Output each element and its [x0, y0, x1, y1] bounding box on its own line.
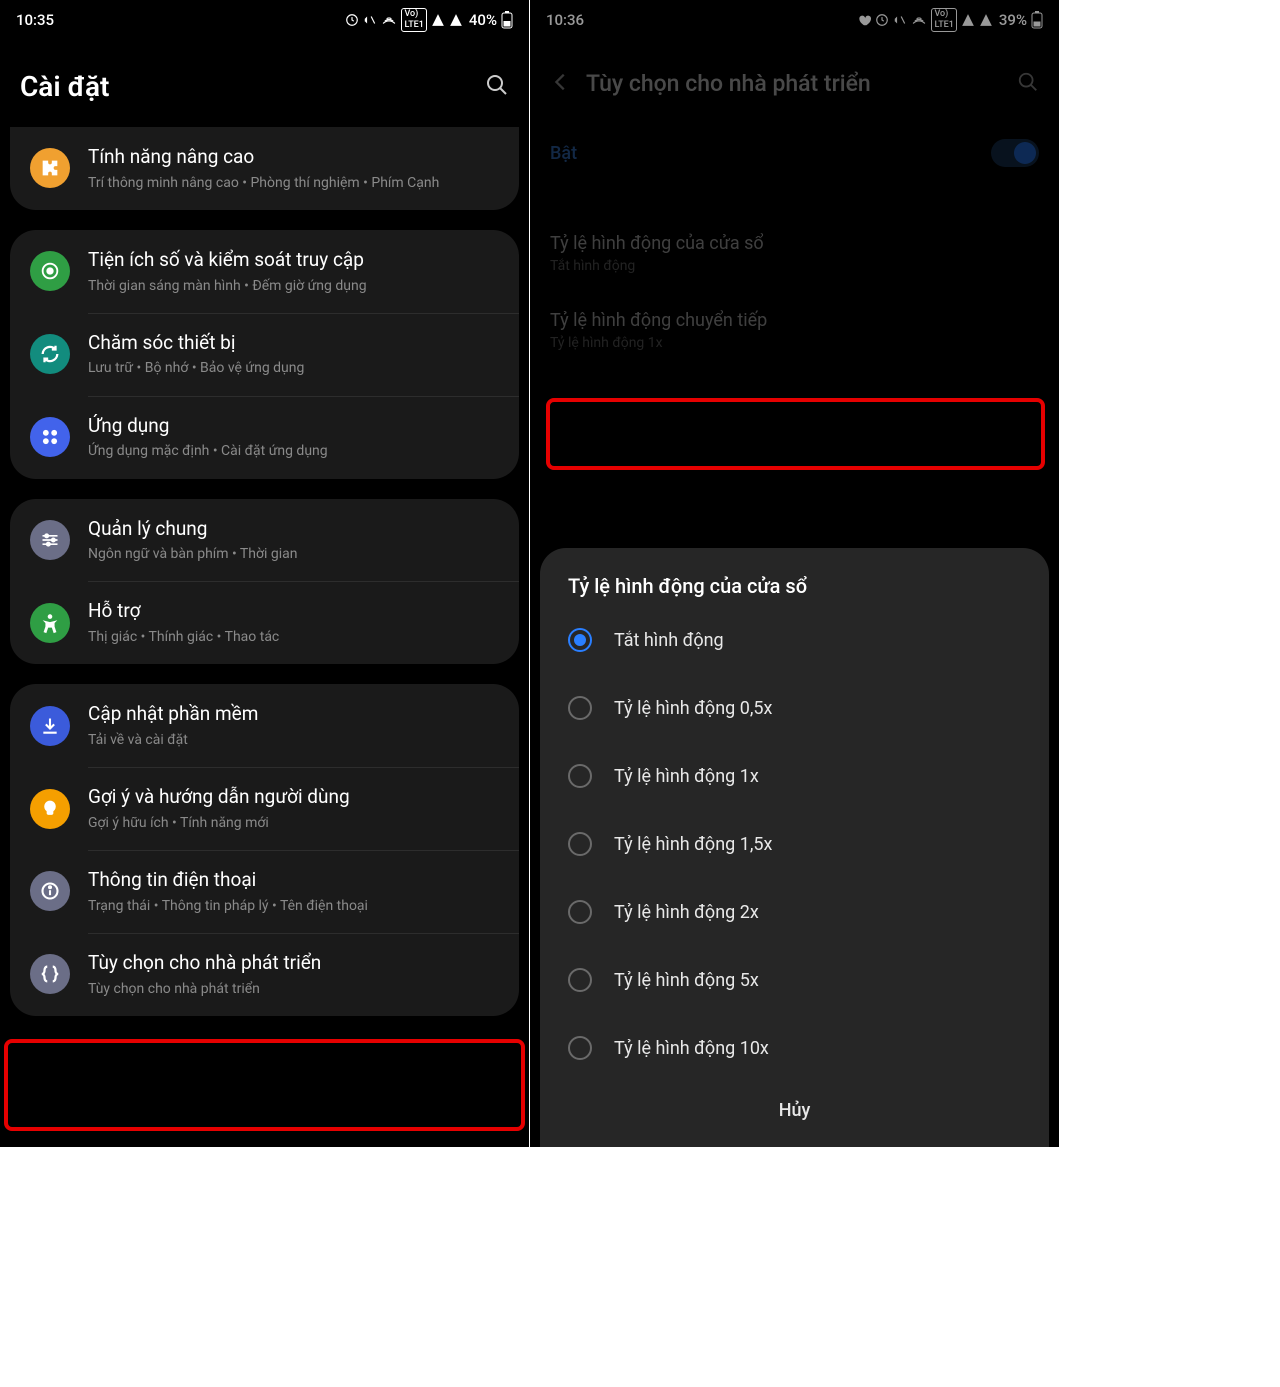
radio-icon — [568, 832, 592, 856]
status-bar: 10:35 Vo)LTE1 40% — [0, 0, 529, 40]
radio-icon — [568, 628, 592, 652]
option-10x[interactable]: Tỷ lệ hình động 10x — [562, 1014, 1027, 1082]
row-title: Ứng dụng — [88, 414, 499, 439]
status-time: 10:35 — [16, 11, 54, 29]
lte-badge: Vo)LTE1 — [401, 8, 426, 32]
highlight-developer-row — [4, 1039, 525, 1131]
row-title: Gợi ý và hướng dẫn người dùng — [88, 785, 499, 810]
sliders-icon — [30, 520, 70, 560]
settings-group: Tính năng nâng cao Trí thông minh nâng c… — [10, 127, 519, 210]
settings-row-about[interactable]: Thông tin điện thoại Trạng thái • Thông … — [10, 850, 519, 933]
download-icon — [30, 706, 70, 746]
row-title: Chăm sóc thiết bị — [88, 331, 499, 356]
row-title: Cập nhật phần mềm — [88, 702, 499, 727]
row-text: Gợi ý và hướng dẫn người dùng Gợi ý hữu … — [88, 785, 499, 832]
option-label: Tắt hình động — [614, 630, 724, 651]
settings-row-advanced[interactable]: Tính năng nâng cao Trí thông minh nâng c… — [10, 127, 519, 210]
row-text: Quản lý chung Ngôn ngữ và bàn phím • Thờ… — [88, 517, 499, 564]
row-subtitle: Tùy chọn cho nhà phát triển — [88, 980, 499, 998]
option-label: Tỷ lệ hình động 0,5x — [614, 698, 772, 719]
option-label: Tỷ lệ hình động 1x — [614, 766, 759, 787]
settings-group: Quản lý chung Ngôn ngữ và bàn phím • Thờ… — [10, 499, 519, 665]
row-text: Cập nhật phần mềm Tải về và cài đặt — [88, 702, 499, 749]
row-subtitle: Gợi ý hữu ích • Tính năng mới — [88, 814, 499, 832]
code-icon — [30, 954, 70, 994]
radio-icon — [568, 1036, 592, 1060]
row-title: Hỗ trợ — [88, 599, 499, 624]
row-subtitle: Ngôn ngữ và bàn phím • Thời gian — [88, 545, 499, 563]
settings-group: Cập nhật phần mềm Tải về và cài đặt Gợi … — [10, 684, 519, 1016]
sheet-title: Tỷ lệ hình động của cửa sổ — [562, 574, 1027, 598]
status-battery: 40% — [469, 11, 497, 29]
settings-row-apps[interactable]: Ứng dụng Ứng dụng mặc định • Cài đặt ứng… — [10, 396, 519, 479]
option-label: Tỷ lệ hình động 2x — [614, 902, 759, 923]
battery-icon — [501, 11, 513, 29]
settings-row-update[interactable]: Cập nhật phần mềm Tải về và cài đặt — [10, 684, 519, 767]
animation-scale-sheet: Tỷ lệ hình động của cửa sổ Tắt hình động… — [540, 548, 1049, 1147]
row-text: Thông tin điện thoại Trạng thái • Thông … — [88, 868, 499, 915]
option-label: Tỷ lệ hình động 1,5x — [614, 834, 772, 855]
info-icon — [30, 871, 70, 911]
row-title: Tính năng nâng cao — [88, 145, 499, 170]
option-1x[interactable]: Tỷ lệ hình động 1x — [562, 742, 1027, 810]
radio-icon — [568, 764, 592, 788]
option-label: Tỷ lệ hình động 5x — [614, 970, 759, 991]
status-icons: Vo)LTE1 40% — [345, 8, 513, 32]
row-subtitle: Tải về và cài đặt — [88, 731, 499, 749]
refresh-icon — [30, 334, 70, 374]
option-label: Tỷ lệ hình động 10x — [614, 1038, 769, 1059]
row-text: Ứng dụng Ứng dụng mặc định • Cài đặt ứng… — [88, 414, 499, 461]
row-title: Tùy chọn cho nhà phát triển — [88, 951, 499, 976]
settings-row-general[interactable]: Quản lý chung Ngôn ngữ và bàn phím • Thờ… — [10, 499, 519, 582]
option-off[interactable]: Tắt hình động — [562, 606, 1027, 674]
search-icon[interactable] — [485, 73, 509, 101]
settings-row-tips[interactable]: Gợi ý và hướng dẫn người dùng Gợi ý hữu … — [10, 767, 519, 850]
settings-row-device-care[interactable]: Chăm sóc thiết bị Lưu trữ • Bộ nhớ • Bảo… — [10, 313, 519, 396]
option-2x[interactable]: Tỷ lệ hình động 2x — [562, 878, 1027, 946]
row-subtitle: Ứng dụng mặc định • Cài đặt ứng dụng — [88, 442, 499, 460]
row-text: Tính năng nâng cao Trí thông minh nâng c… — [88, 145, 499, 192]
access-icon — [30, 603, 70, 643]
option-0-5x[interactable]: Tỷ lệ hình động 0,5x — [562, 674, 1027, 742]
radio-icon — [568, 900, 592, 924]
row-text: Tùy chọn cho nhà phát triển Tùy chọn cho… — [88, 951, 499, 998]
option-1-5x[interactable]: Tỷ lệ hình động 1,5x — [562, 810, 1027, 878]
row-title: Thông tin điện thoại — [88, 868, 499, 893]
row-subtitle: Lưu trữ • Bộ nhớ • Bảo vệ ứng dụng — [88, 359, 499, 377]
screenshot-settings: 10:35 Vo)LTE1 40% Cài đặt Tính năng nâng… — [0, 0, 529, 1147]
page-title: Cài đặt — [20, 70, 471, 103]
settings-group: Tiện ích số và kiểm soát truy cập Thời g… — [10, 230, 519, 479]
settings-row-digital-wellbeing[interactable]: Tiện ích số và kiểm soát truy cập Thời g… — [10, 230, 519, 313]
row-title: Tiện ích số và kiểm soát truy cập — [88, 248, 499, 273]
row-subtitle: Trí thông minh nâng cao • Phòng thí nghi… — [88, 174, 499, 192]
row-text: Tiện ích số và kiểm soát truy cập Thời g… — [88, 248, 499, 295]
settings-header: Cài đặt — [0, 40, 529, 127]
option-5x[interactable]: Tỷ lệ hình động 5x — [562, 946, 1027, 1014]
cancel-button[interactable]: Hủy — [562, 1082, 1027, 1131]
settings-row-accessibility[interactable]: Hỗ trợ Thị giác • Thính giác • Thao tác — [10, 581, 519, 664]
settings-row-developer[interactable]: Tùy chọn cho nhà phát triển Tùy chọn cho… — [10, 933, 519, 1016]
row-subtitle: Thời gian sáng màn hình • Đếm giờ ứng dụ… — [88, 277, 499, 295]
row-subtitle: Trạng thái • Thông tin pháp lý • Tên điệ… — [88, 897, 499, 915]
bulb-icon — [30, 789, 70, 829]
row-subtitle: Thị giác • Thính giác • Thao tác — [88, 628, 499, 646]
row-text: Hỗ trợ Thị giác • Thính giác • Thao tác — [88, 599, 499, 646]
radio-icon — [568, 696, 592, 720]
row-title: Quản lý chung — [88, 517, 499, 542]
target-icon — [30, 251, 70, 291]
grid-icon — [30, 417, 70, 457]
puzzle-icon — [30, 148, 70, 188]
radio-icon — [568, 968, 592, 992]
screenshot-developer-options: 10:36 Vo)LTE1 39% Tùy chọn cho nhà phát … — [530, 0, 1059, 1147]
row-text: Chăm sóc thiết bị Lưu trữ • Bộ nhớ • Bảo… — [88, 331, 499, 378]
